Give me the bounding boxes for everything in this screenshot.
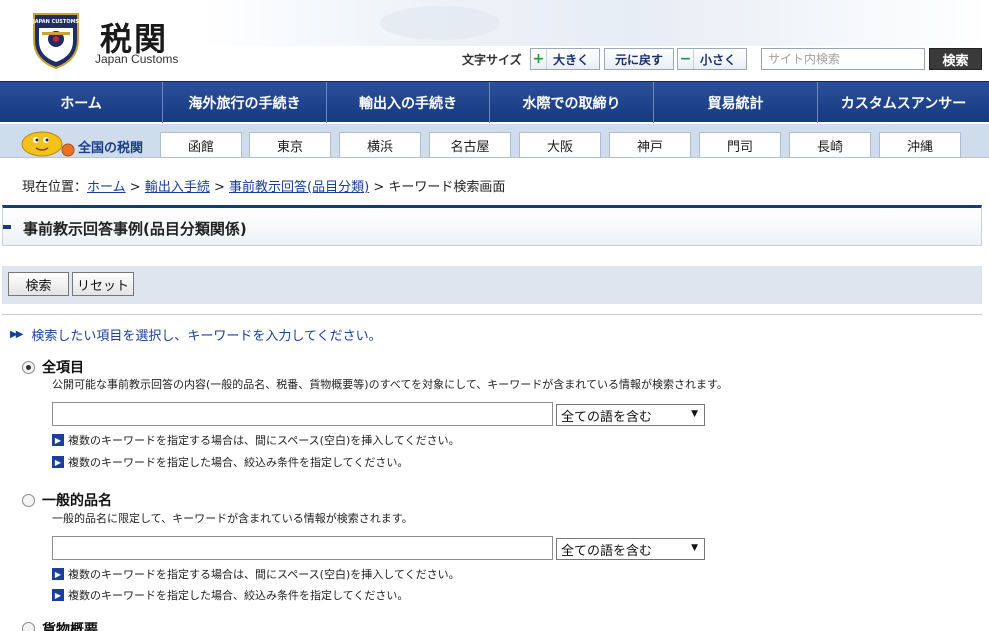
breadcrumb-separator: > bbox=[129, 180, 141, 195]
nav-item-customs-answer[interactable]: カスタムスアンサー bbox=[818, 82, 989, 123]
branch-moji[interactable]: 門司 bbox=[699, 132, 781, 158]
reset-button[interactable]: リセット bbox=[72, 272, 134, 296]
breadcrumb-link-procedures[interactable]: 輸出入手続 bbox=[145, 180, 210, 195]
nav-item-import-export[interactable]: 輸出入の手続き bbox=[327, 82, 490, 123]
arrow-right-icon: ▶ bbox=[52, 589, 64, 601]
divider bbox=[2, 314, 982, 315]
keyword-input-all-items[interactable] bbox=[52, 402, 553, 426]
nav-item-home[interactable]: ホーム bbox=[0, 82, 163, 123]
hint-text: 複数のキーワードを指定する場合は、間にスペース(空白)を挿入してください。 bbox=[68, 568, 460, 581]
branch-nav-label[interactable]: 全国の税関 bbox=[78, 137, 143, 156]
font-reset-button[interactable]: 元に戻す bbox=[604, 48, 674, 70]
breadcrumb-separator: > bbox=[373, 180, 385, 195]
arrow-right-icon: ▶ bbox=[52, 456, 64, 468]
site-search-button[interactable]: 検索 bbox=[929, 48, 982, 70]
arrow-right-icon: ▶ bbox=[52, 568, 64, 580]
font-smaller-label: 小さく bbox=[700, 52, 737, 67]
search-button[interactable]: 検索 bbox=[8, 272, 69, 296]
minus-icon: − bbox=[678, 49, 694, 69]
select-value: 全ての語を含む bbox=[561, 543, 653, 559]
breadcrumb: 現在位置：ホーム > 輸出入手続 > 事前教示回答(品目分類) > キーワード検… bbox=[22, 176, 505, 195]
arrow-right-icon: ▶ bbox=[52, 434, 64, 446]
font-size-label: 文字サイズ bbox=[462, 53, 522, 67]
radio-general-name[interactable] bbox=[22, 493, 35, 507]
breadcrumb-current: キーワード検索画面 bbox=[388, 180, 506, 195]
branch-tokyo[interactable]: 東京 bbox=[249, 132, 331, 158]
breadcrumb-separator: > bbox=[213, 180, 225, 195]
option-cargo-overview[interactable]: 貨物概要 bbox=[22, 622, 98, 631]
site-header: JAPAN CUSTOMS 税関 Japan Customs 文字サイズ + 大… bbox=[0, 0, 989, 80]
option-description: 一般的品名に限定して、キーワードが含まれている情報が検索されます。 bbox=[52, 512, 413, 525]
match-mode-select-general-name[interactable]: 全ての語を含む ▼ bbox=[556, 538, 705, 560]
select-value: 全ての語を含む bbox=[561, 409, 653, 425]
nav-item-enforcement[interactable]: 水際での取締り bbox=[490, 82, 654, 123]
hint-text: 複数のキーワードを指定した場合、絞込み条件を指定してください。 bbox=[68, 456, 409, 469]
option-title: 一般的品名 bbox=[42, 493, 112, 509]
font-smaller-button[interactable]: − 小さく bbox=[677, 48, 747, 70]
plus-icon: + bbox=[531, 49, 547, 69]
dropdown-arrow-icon: ▼ bbox=[691, 409, 698, 419]
match-mode-select-all-items[interactable]: 全ての語を含む ▼ bbox=[556, 404, 705, 426]
option-description: 公開可能な事前教示回答の内容(一般的品名、税番、貨物概要等)のすべてを対象にして… bbox=[52, 378, 728, 391]
double-chevron-icon: ▶▶ bbox=[10, 329, 23, 340]
form-instruction: ▶▶ 検索したい項目を選択し、キーワードを入力してください。 bbox=[10, 325, 382, 344]
hint-text: 複数のキーワードを指定した場合、絞込み条件を指定してください。 bbox=[68, 589, 409, 602]
page-title-bar: 事前教示回答事例(品目分類関係) bbox=[2, 205, 982, 246]
font-larger-label: 大きく bbox=[553, 52, 590, 67]
hint-text: 複数のキーワードを指定する場合は、間にスペース(空白)を挿入してください。 bbox=[68, 434, 460, 447]
breadcrumb-prefix: 現在位置： bbox=[22, 180, 88, 195]
font-larger-button[interactable]: + 大きく bbox=[530, 48, 600, 70]
keyword-input-general-name[interactable] bbox=[52, 536, 553, 560]
site-search-input[interactable] bbox=[761, 48, 925, 70]
branch-yokohama[interactable]: 横浜 bbox=[339, 132, 421, 158]
branch-okinawa[interactable]: 沖縄 bbox=[879, 132, 961, 158]
instruction-text: 検索したい項目を選択し、キーワードを入力してください。 bbox=[31, 329, 382, 344]
mascot-icon bbox=[21, 131, 75, 157]
breadcrumb-link-home[interactable]: ホーム bbox=[87, 180, 126, 195]
customs-emblem-icon[interactable]: JAPAN CUSTOMS bbox=[30, 10, 82, 70]
branch-nagasaki[interactable]: 長崎 bbox=[789, 132, 871, 158]
radio-all-items[interactable] bbox=[22, 360, 35, 374]
site-subtitle: Japan Customs bbox=[95, 52, 179, 66]
branch-kobe[interactable]: 神戸 bbox=[609, 132, 691, 158]
header-background-decoration bbox=[200, 0, 989, 46]
nav-item-trade-statistics[interactable]: 貿易統計 bbox=[654, 82, 818, 123]
option-title: 全項目 bbox=[42, 360, 84, 376]
branch-nagoya[interactable]: 名古屋 bbox=[429, 132, 511, 158]
radio-cargo-overview[interactable] bbox=[22, 622, 35, 631]
option-title: 貨物概要 bbox=[42, 622, 98, 631]
option-all-items[interactable]: 全項目 bbox=[22, 357, 84, 377]
hint-note: ▶ 複数のキーワードを指定した場合、絞込み条件を指定してください。 bbox=[52, 454, 408, 470]
branch-hakodate[interactable]: 函館 bbox=[160, 132, 242, 158]
breadcrumb-link-advance-ruling[interactable]: 事前教示回答(品目分類) bbox=[229, 180, 369, 195]
dropdown-arrow-icon: ▼ bbox=[691, 543, 698, 553]
hint-note: ▶ 複数のキーワードを指定した場合、絞込み条件を指定してください。 bbox=[52, 587, 408, 603]
main-navigation: ホーム 海外旅行の手続き 輸出入の手続き 水際での取締り 貿易統計 カスタムスア… bbox=[0, 81, 989, 123]
hint-note: ▶ 複数のキーワードを指定する場合は、間にスペース(空白)を挿入してください。 bbox=[52, 566, 460, 582]
svg-text:JAPAN CUSTOMS: JAPAN CUSTOMS bbox=[32, 19, 80, 25]
hint-note: ▶ 複数のキーワードを指定する場合は、間にスペース(空白)を挿入してください。 bbox=[52, 432, 460, 448]
option-general-name[interactable]: 一般的品名 bbox=[22, 490, 112, 510]
title-marker bbox=[3, 225, 11, 229]
page-title: 事前教示回答事例(品目分類関係) bbox=[23, 220, 247, 238]
nav-item-travel[interactable]: 海外旅行の手続き bbox=[163, 82, 327, 123]
branch-osaka[interactable]: 大阪 bbox=[519, 132, 601, 158]
form-action-bar: 検索 リセット bbox=[2, 266, 982, 304]
